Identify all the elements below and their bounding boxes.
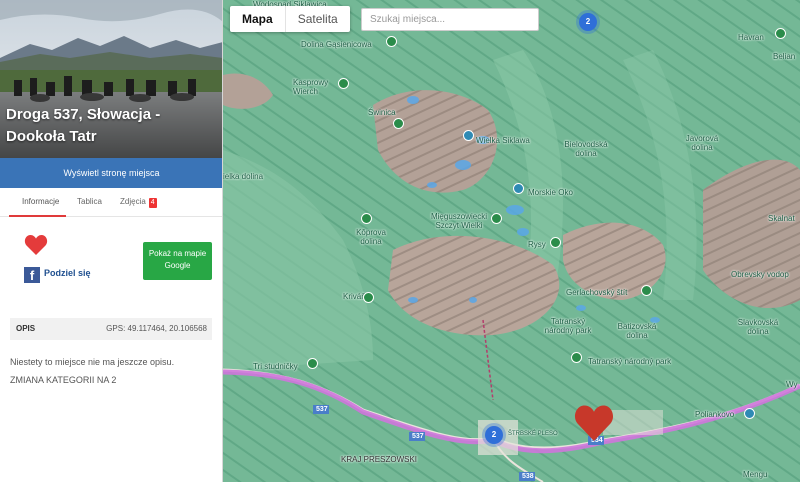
map-label-poliankovo: Poliankovo: [695, 410, 735, 419]
active-tab-indicator: [9, 215, 66, 217]
map-label-kasprowy: Kasprowy Wierch: [293, 78, 329, 96]
poi-marker-icon[interactable]: [744, 408, 755, 419]
photo-count-badge: 4: [148, 198, 157, 208]
favorite-heart-icon[interactable]: [24, 234, 48, 256]
marker-cluster[interactable]: 2: [485, 426, 503, 444]
description-heading: OPIS: [16, 324, 36, 333]
waterfall-marker-icon[interactable]: [463, 130, 474, 141]
map-label-gerlach: Gerlachovský štít: [566, 288, 628, 297]
road-number-537: 537: [316, 406, 328, 413]
peak-marker-icon[interactable]: [363, 292, 374, 303]
description-note: ZMIANA KATEGORII NA 2: [10, 375, 117, 385]
map-label-wielka-dolina: ielka dolina: [223, 172, 264, 181]
facebook-icon: f: [24, 267, 40, 283]
lake-marker-icon[interactable]: [513, 183, 524, 194]
place-info-panel: Droga 537, Słowacja - Dookoła Tatr Wyświ…: [0, 0, 223, 482]
peak-marker-icon[interactable]: [338, 78, 349, 89]
peak-marker-icon[interactable]: [307, 358, 318, 369]
map-label-mieguszowiecki: Mięguszowiecki Szczyt Wielki: [430, 212, 488, 230]
info-tabs: Informacje Tablica Zdjęcia 4: [0, 193, 222, 217]
tab-zdjecia-label: Zdjęcia: [120, 197, 146, 206]
show-place-page-button[interactable]: Wyświetl stronę miejsca: [0, 158, 222, 188]
map-label-obrevsky: Obrevsky vodop: [731, 270, 789, 279]
peak-marker-icon[interactable]: [775, 28, 786, 39]
map-type-map-button[interactable]: Mapa: [230, 6, 286, 32]
peak-marker-icon[interactable]: [641, 285, 652, 296]
share-label: Podziel się: [44, 268, 91, 278]
map-label-strbske: ŠTRBSKÉ PLESO: [508, 431, 558, 437]
peak-marker-icon[interactable]: [361, 213, 372, 224]
map-label-havran: Havran: [738, 33, 764, 42]
selected-place-heart-icon[interactable]: [574, 404, 614, 442]
map-label-mengu: Mengu: [743, 470, 768, 479]
map-label-javorova: Javorová dolina: [685, 134, 719, 152]
map-type-satellite-button[interactable]: Satelita: [286, 6, 350, 32]
map-view[interactable]: 537 537 538 534 Wodospad Siklawica Dolin…: [223, 0, 800, 482]
tab-informacje[interactable]: Informacje: [22, 197, 59, 206]
peak-marker-icon[interactable]: [386, 36, 397, 47]
map-label-batizovska: Batizovská dolina: [617, 322, 657, 340]
map-label-wielka-siklawa: Wielka Siklawa: [476, 136, 530, 145]
map-label-koprova: Kôprova dolina: [356, 228, 386, 246]
road-number-538: 538: [522, 473, 534, 480]
description-header: OPIS GPS: 49.117464, 20.106568: [10, 318, 212, 340]
map-label-rysy: Rysy: [528, 240, 546, 249]
app-root: Droga 537, Słowacja - Dookoła Tatr Wyświ…: [0, 0, 800, 482]
marker-cluster[interactable]: 2: [579, 13, 597, 31]
tab-tablica[interactable]: Tablica: [77, 197, 102, 206]
map-label-skalnata: Skalnat: [768, 214, 795, 223]
peak-marker-icon[interactable]: [550, 237, 561, 248]
map-label-wy: Wy: [786, 380, 798, 389]
map-label-gasienicowa: Dolina Gąsienicowa: [301, 40, 372, 49]
map-label-morskie-oko: Morskie Oko: [528, 188, 573, 197]
map-label-swinica: Świnica: [368, 108, 396, 117]
tab-zdjecia[interactable]: Zdjęcia 4: [120, 197, 157, 208]
map-type-toggle: Mapa Satelita: [230, 6, 350, 32]
map-label-tri-studnicky: Tri studničky: [253, 362, 298, 371]
map-label-tatransky-np-2: Tatranský národný park: [588, 357, 672, 366]
show-on-google-maps-button[interactable]: Pokaż na mapie Google: [143, 242, 212, 280]
place-title: Droga 537, Słowacja - Dookoła Tatr: [6, 106, 161, 145]
map-label-bielovodska: Bielovodská dolina: [564, 140, 608, 158]
map-label-slavkovska: Slavkovská dolina: [737, 318, 779, 336]
place-photo: Droga 537, Słowacja - Dookoła Tatr: [0, 0, 222, 158]
peak-marker-icon[interactable]: [393, 118, 404, 129]
road-number-537: 537: [412, 433, 424, 440]
description-text: Niestety to miejsce nie ma jeszcze opisu…: [10, 357, 175, 367]
peak-marker-icon[interactable]: [491, 213, 502, 224]
map-label-tatransky-np: Tatranský národný park: [544, 317, 592, 335]
gps-coordinates: GPS: 49.117464, 20.106568: [106, 324, 207, 333]
place-search-input[interactable]: [361, 8, 539, 31]
map-label-kraj-preszowski: KRAJ PRESZOWSKI: [341, 455, 418, 464]
park-marker-icon[interactable]: [571, 352, 582, 363]
map-label-belianske: Belian: [773, 52, 796, 61]
